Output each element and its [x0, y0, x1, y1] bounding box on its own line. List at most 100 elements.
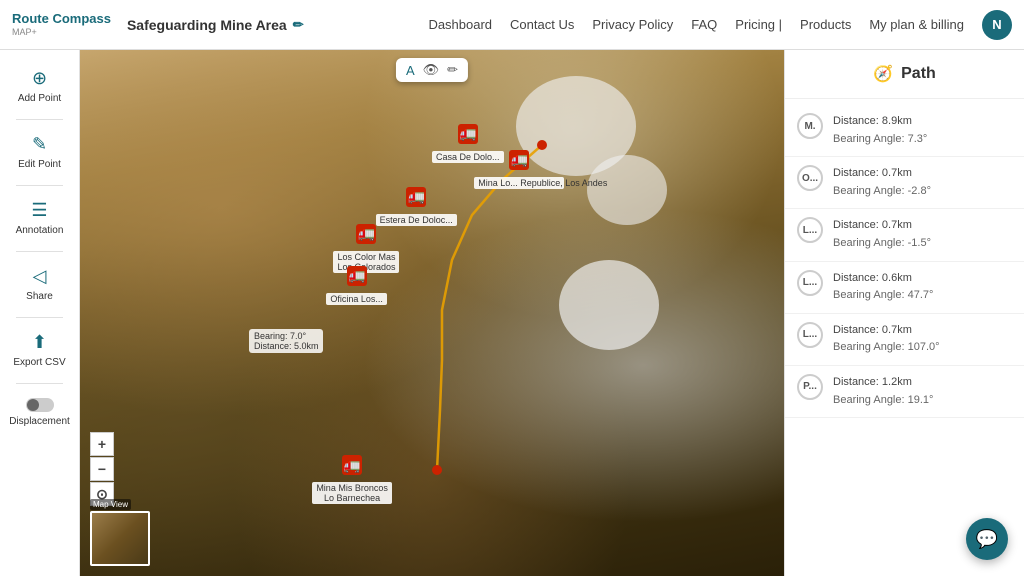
path-header-icon: 🧭 [873, 64, 893, 84]
edit-title-icon[interactable]: ✏ [293, 17, 304, 33]
share-icon: ◁ [33, 266, 47, 287]
displacement-toggle-knob [27, 399, 39, 411]
share-label: Share [26, 291, 53, 303]
user-avatar[interactable]: N [982, 10, 1012, 40]
logo-subtext: MAP+ [12, 27, 111, 37]
path-bearing-3: Bearing Angle: 47.7° [833, 287, 933, 305]
path-distance-0: Distance: 8.9km [833, 113, 927, 131]
zoom-controls: + − ⊙ [90, 432, 114, 506]
add-point-icon: ⊕ [32, 68, 47, 89]
annotation-label: Annotation [16, 225, 64, 237]
path-node-3: L... [797, 270, 823, 296]
toolbar-divider-3 [16, 251, 63, 252]
nav-billing[interactable]: My plan & billing [869, 17, 964, 32]
header-nav: Dashboard Contact Us Privacy Policy FAQ … [428, 10, 1012, 40]
path-distance-1: Distance: 0.7km [833, 165, 931, 183]
marker-icon-4: 🚛 [356, 224, 376, 244]
annotation-button[interactable]: ☰ Annotation [5, 192, 75, 245]
bearing-line1: Bearing: 7.0° [254, 331, 319, 341]
edit-point-icon: ✎ [32, 134, 47, 155]
nav-contact[interactable]: Contact Us [510, 17, 574, 32]
export-icon: ⬆ [32, 332, 47, 353]
header: Route Compass MAP+ Safeguarding Mine Are… [0, 0, 1024, 50]
toolbar-divider-1 [16, 119, 63, 120]
left-toolbar: ⊕ Add Point ✎ Edit Point ☰ Annotation ◁ … [0, 50, 80, 576]
marker-icon-5: 🚛 [347, 266, 367, 286]
logo-area: Route Compass MAP+ [12, 12, 111, 36]
toolbar-divider-5 [16, 383, 63, 384]
annotation-eye-btn[interactable]: 👁 [423, 62, 440, 78]
map-area[interactable]: A 👁 ✏ 🚛 Casa De Dolo... 🚛 Mina Lo... Rep… [80, 50, 784, 576]
path-details-0: Distance: 8.9km Bearing Angle: 7.3° [833, 113, 927, 148]
add-point-label: Add Point [18, 93, 61, 105]
path-bearing-1: Bearing Angle: -2.8° [833, 183, 931, 201]
annotation-pencil-btn[interactable]: ✏ [447, 62, 458, 78]
nav-dashboard[interactable]: Dashboard [428, 17, 492, 32]
path-bearing-4: Bearing Angle: 107.0° [833, 339, 940, 357]
nav-pricing[interactable]: Pricing | [735, 17, 782, 32]
marker-estera[interactable]: 🚛 Estera De Doloc... [376, 187, 457, 226]
right-panel: 🧭 Path M. Distance: 8.9km Bearing Angle:… [784, 50, 1024, 576]
path-details-1: Distance: 0.7km Bearing Angle: -2.8° [833, 165, 931, 200]
add-point-button[interactable]: ⊕ Add Point [5, 60, 75, 113]
annotation-text-btn[interactable]: A [406, 63, 415, 78]
path-distance-4: Distance: 0.7km [833, 322, 940, 340]
marker-label-6: Mina Mis BroncosLo Barnechea [312, 482, 392, 504]
path-details-3: Distance: 0.6km Bearing Angle: 47.7° [833, 270, 933, 305]
bearing-line2: Distance: 5.0km [254, 341, 319, 351]
path-panel-header: 🧭 Path [785, 50, 1024, 99]
path-node-2: L... [797, 217, 823, 243]
marker-mina-lo[interactable]: 🚛 Mina Lo... Republice, Los Andes [474, 150, 564, 189]
toolbar-divider-4 [16, 317, 63, 318]
marker-mina-broncos[interactable]: 🚛 Mina Mis BroncosLo Barnechea [312, 455, 392, 504]
marker-icon-2: 🚛 [509, 150, 529, 170]
path-bearing-5: Bearing Angle: 19.1° [833, 392, 933, 410]
share-button[interactable]: ◁ Share [5, 258, 75, 311]
main-content: ⊕ Add Point ✎ Edit Point ☰ Annotation ◁ … [0, 50, 1024, 576]
path-details-4: Distance: 0.7km Bearing Angle: 107.0° [833, 322, 940, 357]
toolbar-divider-2 [16, 185, 63, 186]
chat-fab-button[interactable]: 💬 [966, 518, 1008, 560]
path-item-4: L... Distance: 0.7km Bearing Angle: 107.… [785, 314, 1024, 366]
nav-products[interactable]: Products [800, 17, 851, 32]
edit-point-label: Edit Point [18, 159, 61, 171]
export-label: Export CSV [13, 357, 65, 369]
displacement-label: Displacement [9, 416, 70, 428]
path-distance-5: Distance: 1.2km [833, 374, 933, 392]
page-title-text: Safeguarding Mine Area [127, 17, 287, 33]
path-details-2: Distance: 0.7km Bearing Angle: -1.5° [833, 217, 931, 252]
logo-text: Route Compass [12, 12, 111, 26]
marker-oficina-los[interactable]: 🚛 Oficina Los... [326, 266, 387, 305]
path-panel-title: Path [901, 65, 936, 83]
displacement-toggle-switch[interactable] [26, 398, 54, 412]
path-details-5: Distance: 1.2km Bearing Angle: 19.1° [833, 374, 933, 409]
edit-point-button[interactable]: ✎ Edit Point [5, 126, 75, 179]
path-distance-3: Distance: 0.6km [833, 270, 933, 288]
nav-privacy[interactable]: Privacy Policy [592, 17, 673, 32]
nav-faq[interactable]: FAQ [691, 17, 717, 32]
path-node-0: M. [797, 113, 823, 139]
displacement-toggle [26, 398, 54, 412]
marker-label-5: Oficina Los... [326, 293, 387, 305]
marker-icon-3: 🚛 [406, 187, 426, 207]
minimap-label: Map View [90, 499, 131, 510]
zoom-out-button[interactable]: − [90, 457, 114, 481]
logo: Route Compass MAP+ [12, 12, 111, 36]
path-bearing-2: Bearing Angle: -1.5° [833, 235, 931, 253]
displacement-button[interactable]: Displacement [5, 390, 75, 436]
marker-label-2: Mina Lo... Republice, Los Andes [474, 177, 564, 189]
chat-icon: 💬 [976, 529, 998, 550]
annotation-toolbar: A 👁 ✏ [396, 58, 468, 82]
path-bearing-0: Bearing Angle: 7.3° [833, 131, 927, 149]
marker-icon-1: 🚛 [458, 124, 478, 144]
page-title: Safeguarding Mine Area ✏ [127, 17, 304, 33]
path-node-5: P... [797, 374, 823, 400]
path-item-3: L... Distance: 0.6km Bearing Angle: 47.7… [785, 262, 1024, 314]
path-item-0: M. Distance: 8.9km Bearing Angle: 7.3° [785, 105, 1024, 157]
path-item-2: L... Distance: 0.7km Bearing Angle: -1.5… [785, 209, 1024, 261]
zoom-in-button[interactable]: + [90, 432, 114, 456]
minimap[interactable] [90, 511, 150, 566]
export-csv-button[interactable]: ⬆ Export CSV [5, 324, 75, 377]
path-item-1: O... Distance: 0.7km Bearing Angle: -2.8… [785, 157, 1024, 209]
path-node-1: O... [797, 165, 823, 191]
